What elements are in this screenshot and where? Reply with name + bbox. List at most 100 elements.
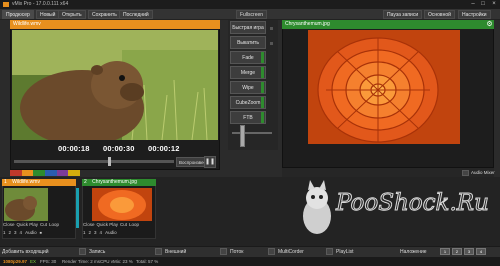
timecode-position: 00:00:18 [58,144,90,153]
fps-label: FPS: 30 [40,259,57,264]
preview-seek-handle[interactable] [108,157,111,166]
t-bar-handle[interactable] [240,125,245,147]
quick-play-button[interactable]: Quick Play [17,222,39,227]
quick-play-button[interactable]: Quick Play [97,222,119,227]
app-icon [3,2,9,7]
menu-open[interactable]: Открыть [58,10,86,19]
overlay-2-button[interactable]: 2 [89,230,92,235]
overlay-3-button[interactable]: 3 [94,230,97,235]
wipe-transition-button[interactable]: Wipe [230,81,266,94]
overlay-4-button[interactable]: 4 [20,230,23,235]
settings-icon[interactable] [268,248,275,255]
ftb-button[interactable]: FTB [230,111,266,124]
loop-button[interactable]: Loop [49,222,59,227]
overlay-1-button[interactable]: 1 [3,230,6,235]
speaker-icon[interactable] [462,170,469,176]
cut-button[interactable]: Cut [120,222,127,227]
external-button[interactable]: Внешний [165,248,186,256]
menu-settings[interactable]: Настройки [458,10,491,19]
settings-icon[interactable] [79,248,86,255]
preview-title: Wildlife.wmv [10,20,220,29]
close-input-button[interactable]: Close [83,222,95,227]
cubezoom-transition-button[interactable]: CubeZoom [230,96,266,109]
loop-button[interactable]: Loop [129,222,139,227]
status-bar: 1080p29.97 EX FPS: 30 Render Time: 2 ms … [0,257,500,266]
cubezoom-label: CubeZoom [235,100,261,106]
overlay-4-button[interactable]: 4 [100,230,103,235]
menu-producer[interactable]: Продюсер [2,10,34,19]
total-label: Total: 57 % [136,259,159,264]
stream-button[interactable]: Поток [230,248,243,256]
fade-transition-button[interactable]: Fade [230,51,266,64]
ex-label: EX [30,259,37,264]
timecode-duration: 00:00:30 [103,144,135,153]
settings-icon[interactable] [326,248,333,255]
fullscreen-button[interactable]: Fullscreen [236,10,268,19]
maximize-button[interactable]: □ [478,0,488,9]
minimize-button[interactable]: – [468,0,478,9]
gear-icon[interactable]: ⚙ [485,20,494,29]
render-time-label: Render Time: 2 ms [62,259,101,264]
overlay-slot-4[interactable]: 4 [476,248,486,255]
merge-transition-button[interactable]: Merge [230,66,266,79]
overlay-2-button[interactable]: 2 [9,230,12,235]
pause-button[interactable]: ❚❚ [204,156,216,168]
input-overlay-row: 1 2 3 4 Audio ⏹ [3,230,77,235]
input-thumbnail[interactable] [4,188,48,221]
input-actions: Close Quick Play Cut Loop [3,222,77,227]
settings-icon[interactable] [155,248,162,255]
overlay-3-button[interactable]: 3 [14,230,17,235]
stop-icon[interactable]: ⏹ [40,230,42,235]
resolution-label: 1080p29.97 [3,259,28,264]
timecode-remaining: 00:00:12 [148,144,180,153]
multicorder-button[interactable]: MultiCorder [278,248,304,256]
audio-mixer-button[interactable]: Audio Mixer [471,169,495,177]
overlay-1-button[interactable]: 1 [83,230,86,235]
quick-play-transition-button[interactable]: Быстрая игра [230,21,266,34]
settings-icon[interactable] [220,248,227,255]
watermark-mascot [303,180,331,234]
overlay-slot-2[interactable]: 2 [452,248,462,255]
window-title: vMix Pro - 17.0.0.111 x64 [0,0,500,9]
preview-seek-track[interactable] [14,160,174,163]
close-button[interactable]: × [489,0,499,9]
menu-save[interactable]: Сохранить [88,10,121,19]
record-button[interactable]: Запись [89,248,105,256]
cpu-label: CPU vMix: 23 % [100,259,133,264]
ftb-label: FTB [243,115,253,121]
overlay-button[interactable]: Наложение [400,248,427,256]
audio-button[interactable]: Audio [25,230,37,235]
cut-button[interactable]: Cut [40,222,47,227]
menu-recent[interactable]: Последний [119,10,153,19]
preview-video [12,30,218,140]
input-title: 2 Chrysanthemum.jpg [82,179,156,186]
input-name: Chrysanthemum.jpg [92,179,137,185]
playlist-button[interactable]: PlayList [336,248,354,256]
transition-dot [270,42,273,45]
input-title: 1 Wildlife.wmv [2,179,76,186]
input-actions: Close Quick Play Cut Loop [83,222,157,227]
input-number: 2 [84,179,87,185]
overlay-slot-1[interactable]: 1 [440,248,450,255]
wipe-label: Wipe [242,85,254,91]
add-input-button[interactable]: Добавить входящий [2,248,49,256]
input-name: Wildlife.wmv [12,179,40,185]
input-thumbnail[interactable] [92,188,152,221]
input-number: 1 [4,179,7,185]
input-overlay-row: 1 2 3 4 Audio [83,230,157,235]
watermark-text: PooShock.Ru [336,190,490,217]
overlay-slot-3[interactable]: 3 [464,248,474,255]
input-accent [76,188,79,228]
audio-button[interactable]: Audio [105,230,117,235]
menu-new[interactable]: Новый [36,10,60,19]
cut-transition-button[interactable]: Выкатить [230,36,266,49]
colour-strip [10,170,81,176]
fade-label: Fade [242,55,254,61]
menu-main[interactable]: Основной [424,10,455,19]
transition-dot [270,27,273,30]
menu-pause-recording[interactable]: Пауза записи [383,10,423,19]
t-bar-track[interactable] [232,132,272,134]
close-input-button[interactable]: Close [3,222,15,227]
merge-label: Merge [240,70,256,76]
output-image [308,30,460,144]
